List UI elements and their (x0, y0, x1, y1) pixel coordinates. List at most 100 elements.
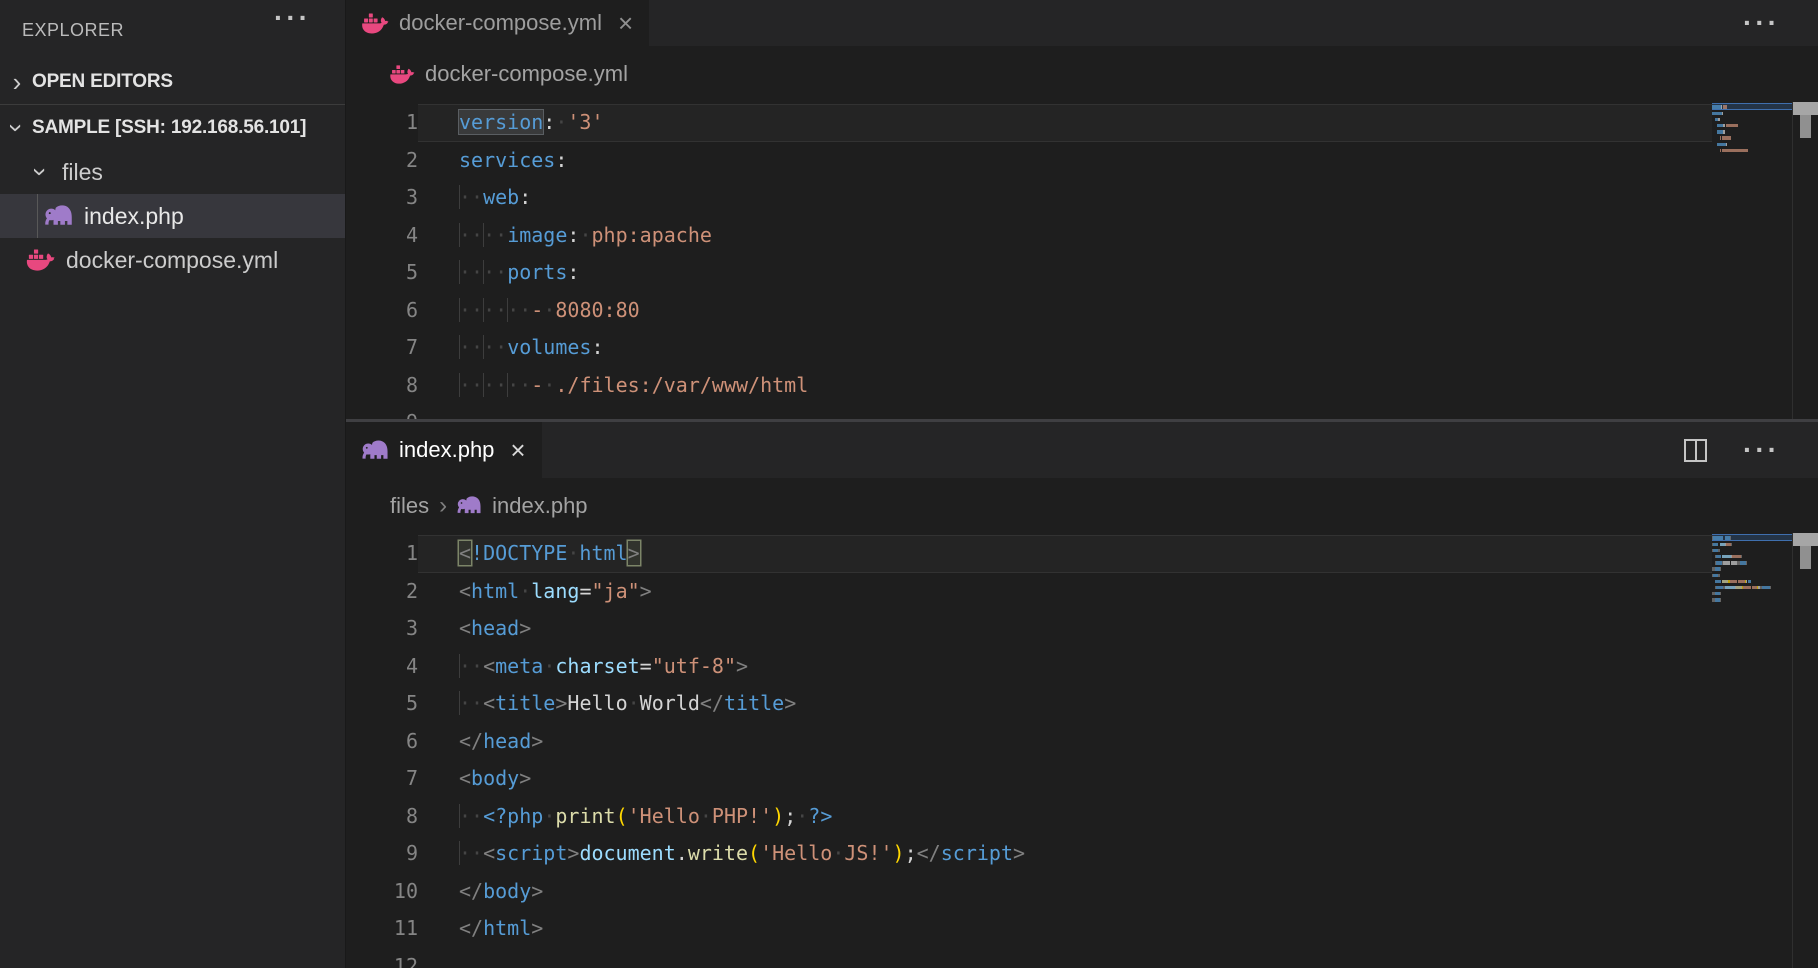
scrollbar-thumb-vertical[interactable] (1800, 546, 1811, 569)
scrollbar[interactable] (1792, 102, 1818, 419)
whitespace-dots: ·· (483, 298, 507, 322)
code-token: ports (507, 260, 567, 284)
line-content: ····ports: (418, 254, 1712, 292)
whitespace-dot: · (579, 223, 591, 247)
open-editors-section[interactable]: › OPEN EDITORS (0, 60, 345, 104)
code-token: </ (700, 691, 724, 715)
code-token: < (459, 541, 471, 565)
close-icon[interactable]: × (618, 10, 633, 36)
line-content: ····volumes: (418, 329, 1712, 367)
line-number: 12 (346, 948, 418, 968)
chevron-down-icon[interactable]: › (28, 161, 54, 183)
line-number: 7 (346, 329, 418, 367)
line-content: services: (418, 142, 1712, 180)
line-number: 6 (346, 292, 418, 330)
breadcrumb-item[interactable]: index.php (492, 493, 587, 519)
tab-label: index.php (399, 437, 494, 463)
workspace-section[interactable]: › SAMPLE [SSH: 192.168.56.101] (0, 104, 345, 150)
code-token: 'Hello (760, 841, 832, 865)
line-number: 2 (346, 573, 418, 611)
workspace-label: SAMPLE [SSH: 192.168.56.101] (32, 117, 306, 139)
line-content: ······-·./files:/var/www/html (418, 367, 1712, 405)
code-line-8: 8······-·./files:/var/www/html (346, 367, 1712, 405)
code-token: : (567, 223, 579, 247)
code-line-6: 6</head> (346, 723, 1712, 761)
code-editor-index-php[interactable]: 1<!DOCTYPE·html>2<html·lang="ja">3<head>… (346, 533, 1712, 968)
code-token: 'Hello (628, 804, 700, 828)
line-content: <head> (418, 610, 1712, 648)
whitespace-dots: ·· (459, 260, 483, 284)
code-line-12: 12 (346, 948, 1712, 968)
line-number: 10 (346, 873, 418, 911)
tab-actions: ··· (1684, 422, 1818, 478)
whitespace-dots: ·· (459, 804, 483, 828)
line-number: 3 (346, 179, 418, 217)
whitespace-dot: · (543, 804, 555, 828)
code-token: volumes (507, 335, 591, 359)
scrollbar-thumb-horizontal[interactable] (1793, 102, 1818, 115)
code-line-4: 4····image:·php:apache (346, 217, 1712, 255)
line-number: 3 (346, 610, 418, 648)
open-editors-label: OPEN EDITORS (32, 71, 173, 93)
code-line-10: 10</body> (346, 873, 1712, 911)
split-editor-icon[interactable] (1684, 439, 1707, 462)
code-token: > (531, 879, 543, 903)
tree-item-files[interactable]: ›files (0, 150, 345, 194)
code-token: script (941, 841, 1013, 865)
tree-item-docker-compose-yml[interactable]: docker-compose.yml (0, 238, 345, 282)
file-label: docker-compose.yml (66, 247, 278, 274)
line-number: 1 (346, 535, 418, 573)
line-content: ····image:·php:apache (418, 217, 1712, 255)
code-token: < (459, 766, 471, 790)
code-token: - (531, 373, 543, 397)
tree-item-index-php[interactable]: index.php (0, 194, 345, 238)
whitespace-dot: · (543, 298, 555, 322)
scrollbar-thumb-vertical[interactable] (1800, 115, 1811, 138)
tab-index-php[interactable]: index.php × (346, 422, 542, 478)
breadcrumb-item[interactable]: docker-compose.yml (425, 61, 628, 87)
code-token: body (483, 879, 531, 903)
code-token: : (591, 335, 603, 359)
more-actions-icon[interactable]: ··· (1743, 9, 1780, 37)
code-token: ( (748, 841, 760, 865)
code-line-7: 7<body> (346, 760, 1712, 798)
line-number: 8 (346, 798, 418, 836)
code-token: '3' (567, 110, 603, 134)
code-token: ; (784, 804, 796, 828)
code-token: head (483, 729, 531, 753)
whitespace-dot: · (700, 804, 712, 828)
code-token: title (495, 691, 555, 715)
sidebar-more-icon[interactable]: ··· (274, 4, 311, 32)
code-token: ) (893, 841, 905, 865)
docker-icon (26, 249, 56, 271)
more-actions-icon[interactable]: ··· (1743, 436, 1780, 464)
breadcrumb-bottom: files›index.php (346, 478, 1818, 533)
line-number: 4 (346, 648, 418, 686)
code-line-9: 9··<script>document.write('Hello·JS!');<… (346, 835, 1712, 873)
editor-group-top: docker-compose.yml × ··· docker-compose.… (346, 0, 1818, 419)
line-content: ··<meta·charset="utf-8"> (418, 648, 1712, 686)
code-token: < (483, 841, 495, 865)
minimap[interactable] (1712, 102, 1792, 419)
whitespace-dots: ·· (483, 260, 507, 284)
code-line-1: 1<!DOCTYPE·html> (346, 535, 1712, 573)
code-token: > (519, 766, 531, 790)
scrollbar[interactable] (1792, 533, 1818, 968)
code-token: html (483, 916, 531, 940)
line-content: ······-·8080:80 (418, 292, 1712, 330)
whitespace-dots: ·· (459, 691, 483, 715)
code-token: < (483, 691, 495, 715)
close-icon[interactable]: × (510, 437, 525, 463)
line-content: version:·'3' (418, 104, 1712, 142)
code-token: > (567, 841, 579, 865)
minimap[interactable] (1712, 533, 1792, 968)
breadcrumb-top: docker-compose.yml (346, 46, 1818, 102)
breadcrumb-item[interactable]: files (390, 493, 429, 519)
code-editor-docker-compose[interactable]: 1version:·'3'2services:3··web:4····image… (346, 102, 1712, 419)
line-number: 11 (346, 910, 418, 948)
minimap-line (1712, 603, 1792, 609)
whitespace-dot: · (796, 804, 808, 828)
scrollbar-thumb-horizontal[interactable] (1793, 533, 1818, 546)
tab-docker-compose[interactable]: docker-compose.yml × (346, 0, 649, 46)
line-number: 4 (346, 217, 418, 255)
